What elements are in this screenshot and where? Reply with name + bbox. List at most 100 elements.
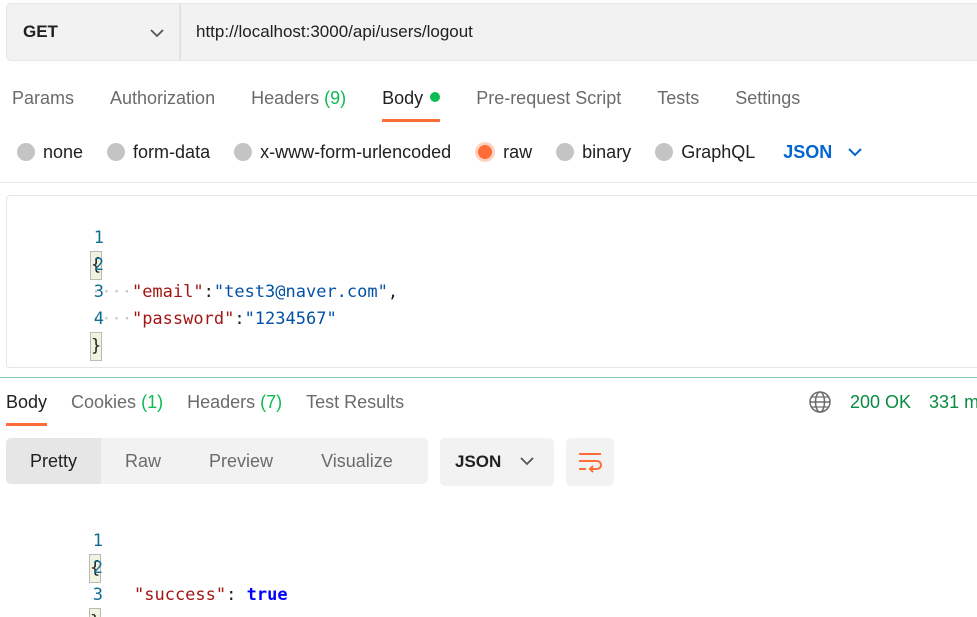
radio-label: form-data (133, 141, 211, 162)
radio-binary[interactable]: binary (556, 142, 631, 163)
json-value: "test3@naver.com" (213, 282, 388, 302)
url-bar: GET http://localhost:3000/api/users/logo… (6, 3, 977, 61)
request-tabs: Params Authorization Headers (9) Body Pr… (12, 84, 836, 124)
response-time[interactable]: 331 ms (929, 392, 977, 413)
colon: : (234, 309, 245, 329)
view-label: Visualize (321, 451, 393, 471)
tab-label: Body (6, 392, 48, 412)
tab-test-results[interactable]: Test Results (306, 389, 404, 427)
view-mode-segmented-control: Pretty Raw Preview Visualize (6, 438, 428, 484)
tab-count: (1) (141, 392, 164, 412)
code-line: 3 ····"password":"1234567" (7, 252, 337, 329)
json-key: "password" (131, 309, 235, 329)
json-value: true (246, 585, 288, 605)
json-value: "1234567" (244, 309, 337, 329)
chevron-down-icon (848, 148, 862, 157)
radio-none[interactable]: none (17, 142, 83, 163)
view-label: Raw (125, 451, 162, 471)
comma: , (387, 282, 399, 302)
tab-label: Cookies (71, 392, 137, 412)
status-code[interactable]: 200 OK (850, 392, 911, 413)
globe-icon[interactable] (808, 390, 832, 414)
line-number: 4 (93, 309, 104, 329)
response-tabs: Body Cookies (1) Headers (7) Test Result… (6, 389, 428, 427)
url-input[interactable]: http://localhost:3000/api/users/logout (180, 3, 977, 61)
view-pretty-button[interactable]: Pretty (6, 438, 102, 484)
tab-label: Body (382, 88, 424, 108)
radio-label: x-www-form-urlencoded (260, 141, 452, 162)
line-number: 3 (93, 282, 104, 302)
response-divider[interactable] (0, 377, 977, 378)
tab-label: Params (12, 88, 75, 108)
tab-label: Headers (251, 88, 320, 108)
radio-form-data[interactable]: form-data (107, 142, 210, 163)
code-line: 1 { (7, 198, 104, 280)
code-line: 3 } (6, 555, 103, 617)
response-body-viewer[interactable]: 1 { 2 "success": true 3 } (6, 500, 966, 617)
tab-label: Authorization (110, 88, 216, 108)
radio-label: raw (503, 141, 533, 162)
close-brace: } (89, 332, 103, 361)
tab-settings[interactable]: Settings (735, 84, 800, 124)
tab-body[interactable]: Body (382, 84, 441, 124)
tab-response-body[interactable]: Body (6, 389, 48, 427)
tab-response-headers[interactable]: Headers (7) (187, 389, 282, 427)
view-visualize-button[interactable]: Visualize (297, 438, 417, 484)
view-preview-button[interactable]: Preview (185, 438, 297, 484)
radio-graphql[interactable]: GraphQL (655, 142, 755, 163)
method-label: GET (23, 22, 58, 41)
colon: : (226, 585, 247, 605)
colon: : (203, 282, 214, 302)
response-status: 200 OK 331 ms (808, 389, 977, 415)
chevron-down-icon (520, 457, 534, 466)
tab-headers[interactable]: Headers (9) (251, 84, 346, 124)
code-line: 2 "success": true (6, 528, 288, 605)
body-type-options: none form-data x-www-form-urlencoded raw… (17, 138, 862, 166)
tab-label: Settings (735, 88, 801, 108)
radio-x-www-form-urlencoded[interactable]: x-www-form-urlencoded (234, 142, 451, 163)
radio-label: none (43, 141, 84, 162)
tab-params[interactable]: Params (12, 84, 74, 124)
line-number: 1 (93, 228, 104, 248)
tab-label: Headers (187, 392, 256, 412)
radio-circle-icon (475, 142, 496, 162)
url-text: http://localhost:3000/api/users/logout (196, 22, 473, 41)
wrap-lines-button[interactable] (566, 438, 614, 486)
tab-authorization[interactable]: Authorization (110, 84, 215, 124)
code-line: 1 { (6, 501, 103, 583)
radio-label: binary (582, 141, 632, 162)
response-format-label: JSON (455, 452, 502, 471)
radio-circle-icon (655, 143, 674, 161)
json-key: "email" (131, 282, 204, 302)
response-format-select[interactable]: JSON (440, 438, 554, 486)
view-label: Preview (209, 451, 274, 471)
active-indicator-dot (430, 92, 441, 102)
code-line: 2 ····"email":"test3@naver.com", (7, 225, 398, 302)
view-label: Pretty (30, 451, 78, 471)
tab-label: Tests (657, 88, 700, 108)
line-number: 2 (93, 255, 104, 275)
radio-circle-icon (234, 143, 253, 161)
tab-count: (9) (324, 88, 347, 108)
tab-label: Test Results (306, 392, 405, 412)
tab-tests[interactable]: Tests (657, 84, 699, 124)
close-brace: } (88, 608, 102, 617)
method-select[interactable]: GET (6, 3, 180, 61)
tab-cookies[interactable]: Cookies (1) (71, 389, 163, 427)
code-line: 4 } (7, 279, 104, 361)
tab-count: (7) (260, 392, 283, 412)
chevron-down-icon (150, 29, 164, 38)
tab-pre-request-script[interactable]: Pre-request Script (476, 84, 621, 124)
request-body-editor[interactable]: 1 { 2 ····"email":"test3@naver.com", 3 ·… (6, 195, 977, 368)
wrap-lines-icon (579, 453, 602, 473)
radio-raw[interactable]: raw (475, 142, 532, 163)
line-number: 3 (92, 585, 103, 605)
view-raw-button[interactable]: Raw (101, 438, 185, 484)
radio-circle-icon (107, 143, 126, 161)
body-language-select[interactable]: JSON (783, 142, 862, 163)
tab-label: Pre-request Script (476, 88, 622, 108)
radio-circle-icon (556, 143, 575, 161)
line-number: 1 (92, 531, 103, 551)
json-key: "success" (134, 585, 227, 605)
radio-circle-icon (17, 143, 35, 161)
